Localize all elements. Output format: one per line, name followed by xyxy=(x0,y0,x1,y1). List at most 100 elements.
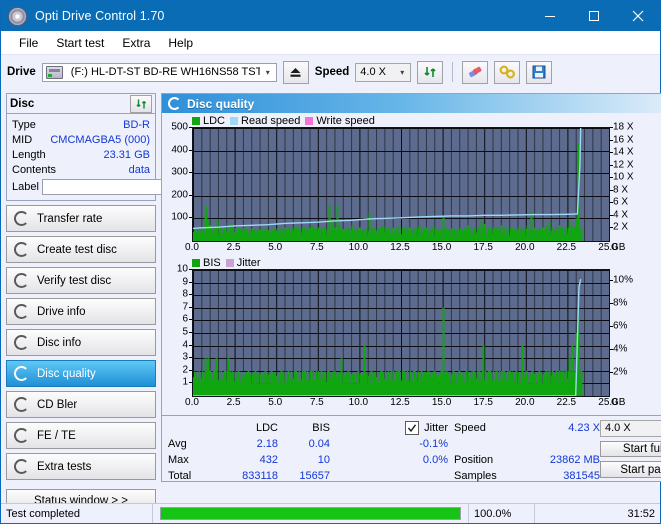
tools-button[interactable] xyxy=(494,60,521,84)
sidebar-item-verify-test-disc[interactable]: Verify test disc xyxy=(6,267,156,294)
erase-button[interactable] xyxy=(462,60,489,84)
stats-col-meta-labels: Speed Position Samples xyxy=(448,420,526,482)
y2-tick-label: 4% xyxy=(613,343,628,355)
x-tick-label: 22.5 xyxy=(556,397,577,408)
jitter-checkbox[interactable] xyxy=(405,421,420,435)
window-title: Opti Drive Control 1.70 xyxy=(35,9,165,23)
legend-label: Write speed xyxy=(316,114,375,127)
stats-ldc-avg: 2.18 xyxy=(256,438,278,450)
chevron-down-icon: ▾ xyxy=(265,67,270,77)
page-title: Disc quality xyxy=(187,96,255,111)
y2-tick xyxy=(610,165,613,166)
disc-row-mid-value: CMCMAGBA5 (000) xyxy=(50,133,150,146)
stats-jitter-avg: -0.1% xyxy=(419,438,448,450)
stats-bis-avg: 0.04 xyxy=(308,438,330,450)
disc-refresh-button[interactable] xyxy=(130,94,152,113)
speed-select[interactable]: 4.0 X ▾ xyxy=(355,62,412,82)
stats-position-value: 23862 MB xyxy=(549,454,600,466)
chart-bis-y2-axis: 2% 4% 6% 8% 10% xyxy=(610,269,647,395)
y2-tick xyxy=(610,349,613,350)
chart-ldc-legend: LDC Read speed Write speed xyxy=(162,114,661,127)
sidebar-item-create-test-disc[interactable]: Create test disc xyxy=(6,236,156,263)
legend-swatch xyxy=(230,116,239,125)
disc-label-caption: Label xyxy=(12,181,39,193)
stats-jitter-total xyxy=(330,468,448,478)
start-part-button[interactable]: Start part xyxy=(600,461,661,479)
y-tick-label: 400 xyxy=(171,144,188,156)
stats-row-labels: Avg Max Total xyxy=(168,420,216,482)
left-column: Disc Type BD-R MID CMCMAGBA5 (000) Lengt… xyxy=(6,93,246,512)
disc-panel: Disc Type BD-R MID CMCMAGBA5 (000) Lengt… xyxy=(6,93,246,201)
disc-row-contents: Contents data xyxy=(12,162,150,177)
stats-ldc-max: 432 xyxy=(259,454,278,466)
save-button[interactable] xyxy=(526,60,553,84)
drive-icon xyxy=(45,65,63,79)
legend-swatch xyxy=(192,116,200,125)
stats-jitter-max: 0.0% xyxy=(422,454,448,466)
menu-start-test[interactable]: Start test xyxy=(47,34,113,52)
stats-speed-value: 4.23 X xyxy=(568,422,600,434)
minimize-button[interactable] xyxy=(528,1,572,31)
app-window: Opti Drive Control 1.70 File Start test … xyxy=(0,0,661,524)
y-tick-label: 6 xyxy=(182,313,188,325)
legend-label: Read speed xyxy=(241,114,301,127)
stats-col-bis: BIS 0.04 10 15657 xyxy=(278,420,330,482)
disc-icon xyxy=(14,428,29,443)
chart-bis-legend: BIS Jitter xyxy=(162,256,661,269)
menu-extra[interactable]: Extra xyxy=(113,34,159,52)
sidebar-item-drive-info[interactable]: Drive info xyxy=(6,298,156,325)
refresh-button[interactable] xyxy=(417,60,444,84)
sidebar-item-disc-quality[interactable]: Disc quality xyxy=(6,360,156,387)
y2-tick-label: 6 X xyxy=(613,196,629,208)
x-tick-label: 7.5 xyxy=(309,397,324,408)
start-full-button[interactable]: Start full xyxy=(600,440,661,458)
test-speed-select[interactable]: 4.0 X ▾ xyxy=(600,420,661,437)
sidebar-item-fe-te[interactable]: FE / TE xyxy=(6,422,156,449)
chart-ldc-plot-row: 100 200 300 400 500 2 X4 X6 X8 X 10 X 12 X 14 X… xyxy=(162,122,661,242)
y2-tick-label: 4 X xyxy=(613,209,629,221)
legend-item-bis: BIS xyxy=(192,257,221,269)
x-tick-label: 15.0 xyxy=(431,242,452,253)
close-button[interactable] xyxy=(616,1,660,31)
x-tick-label: 0.0 xyxy=(185,242,199,253)
y2-tick xyxy=(610,202,613,203)
sidebar-item-cd-bler[interactable]: CD Bler xyxy=(6,391,156,418)
stats-col-ldc: LDC 2.18 432 833118 xyxy=(216,420,278,482)
disc-icon xyxy=(168,97,181,110)
y2-tick-label: 12 X xyxy=(613,159,634,171)
stats-actions: 4.0 X ▾ Start full Start part xyxy=(600,420,661,479)
sidebar-item-extra-tests[interactable]: Extra tests xyxy=(6,453,156,480)
maximize-button[interactable] xyxy=(572,1,616,31)
chart-ldc-x-axis: 0.0 2.5 5.0 7.5 10.0 12.5 15.0 17.5 20.0 22.5 25.0… xyxy=(185,242,625,256)
x-tick-label: 7.5 xyxy=(309,242,324,253)
y-tick-label: 7 xyxy=(182,301,188,313)
sidebar-item-transfer-rate[interactable]: Transfer rate xyxy=(6,205,156,232)
menu-help[interactable]: Help xyxy=(159,34,202,52)
stats-label-position: Position xyxy=(454,454,494,466)
stats-label-speed: Speed xyxy=(454,422,486,434)
test-speed-value: 4.0 X xyxy=(605,422,631,435)
drive-select[interactable]: (F:) HL-DT-ST BD-RE WH16NS58 TST4 ▾ xyxy=(41,62,277,82)
disc-row-type-label: Type xyxy=(12,118,36,131)
chart-ldc-y2-axis: 2 X4 X6 X8 X 10 X 12 X 14 X 16 X 18 X xyxy=(610,122,647,240)
speed-label: Speed xyxy=(314,66,350,78)
y-tick-label: 100 xyxy=(171,211,188,223)
y2-tick xyxy=(610,326,613,327)
window-controls xyxy=(528,1,660,31)
sidebar-item-disc-info[interactable]: Disc info xyxy=(6,329,156,356)
legend-label: BIS xyxy=(203,256,221,269)
y2-tick xyxy=(610,215,613,216)
y2-tick-label: 8 X xyxy=(613,184,629,196)
y-tick-label: 500 xyxy=(171,121,188,133)
toolbar-divider xyxy=(452,62,454,82)
jitter-header: Jitter xyxy=(330,420,448,436)
disc-icon xyxy=(14,211,29,226)
menu-file[interactable]: File xyxy=(10,34,47,52)
eject-button[interactable] xyxy=(282,60,309,84)
y-tick-label: 3 xyxy=(182,351,188,363)
disc-row-type: Type BD-R xyxy=(12,117,150,132)
disc-row-contents-label: Contents xyxy=(12,163,57,176)
y2-tick xyxy=(610,140,613,141)
x-tick-label: 20.0 xyxy=(515,397,535,408)
disc-icon xyxy=(14,242,29,257)
